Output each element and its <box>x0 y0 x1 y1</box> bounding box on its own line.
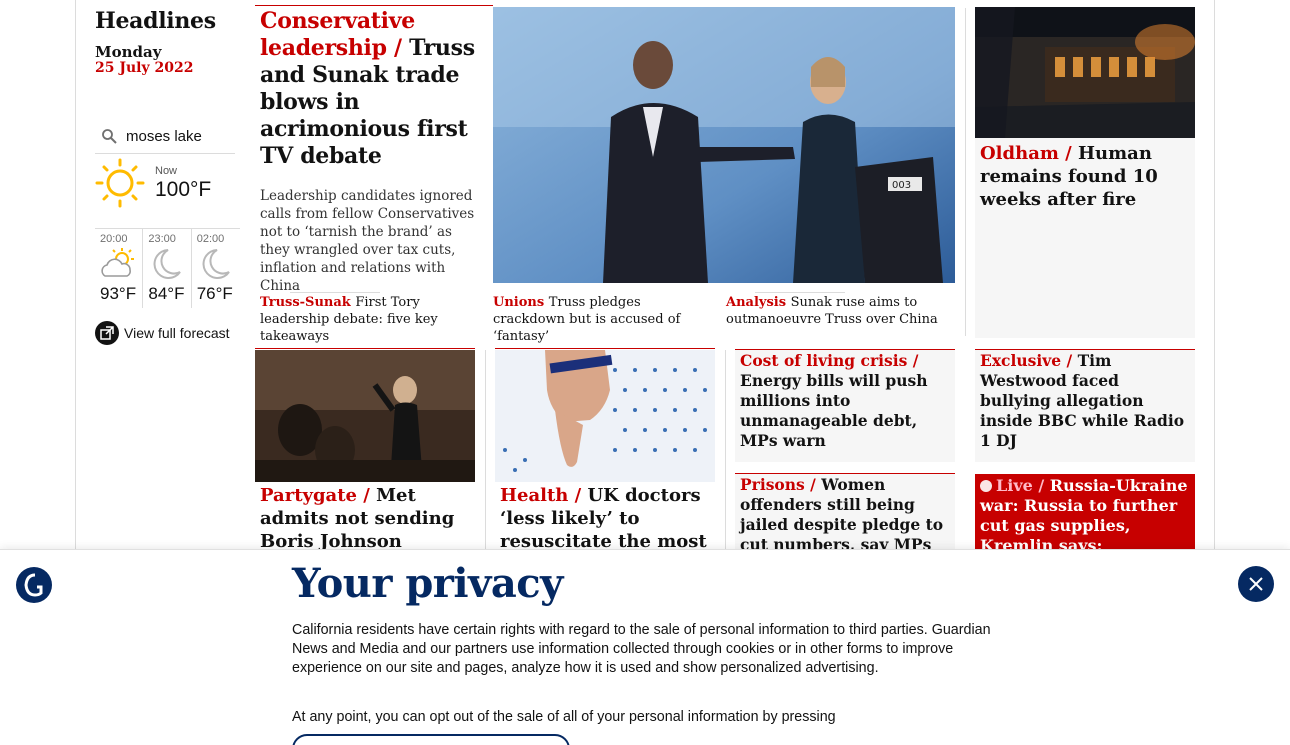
lead-sublink[interactable]: Unions Truss pledges crackdown but is ac… <box>493 294 713 345</box>
view-full-forecast-link[interactable]: View full forecast <box>95 321 230 345</box>
privacy-banner: Your privacy California residents have c… <box>0 549 1290 745</box>
partygate-top-rule <box>255 348 475 349</box>
live-dot-icon <box>980 480 992 492</box>
partly-cloudy-sun-icon <box>101 248 134 277</box>
exclusive-headline-link[interactable]: Exclusive / Tim Westwood faced bullying … <box>980 351 1192 451</box>
sun-icon <box>95 158 145 208</box>
lead-standfirst: Leadership candidates ignored calls from… <box>260 188 475 294</box>
forecast-item: 23:00 84°F <box>143 229 192 308</box>
moon-icon <box>153 249 182 279</box>
weather-location[interactable]: moses lake <box>95 120 235 154</box>
forecast-temp: 84°F <box>148 284 185 303</box>
cost-headline-link[interactable]: Cost of living crisis / Energy bills wil… <box>740 351 950 451</box>
sublink-kicker: Unions <box>493 295 545 310</box>
date-day: Monday <box>95 43 162 61</box>
lead-headline-link[interactable]: Conservative leadership / Truss and Suna… <box>260 8 488 170</box>
now-label: Now <box>155 165 178 177</box>
forecast-time: 23:00 <box>148 233 176 245</box>
privacy-body: California residents have certain rights… <box>292 622 991 676</box>
section-title: Headlines <box>95 8 216 34</box>
close-banner-button[interactable] <box>1238 566 1274 602</box>
oldham-headline-link[interactable]: Oldham / Human remains found 10 weeks af… <box>980 142 1192 211</box>
health-top-rule <box>495 348 715 349</box>
sublink-kicker: Analysis <box>726 295 787 310</box>
lead-sublink[interactable]: Analysis Sunak ruse aims to outmanoeuvre… <box>726 294 946 328</box>
live-kicker: Live / <box>996 476 1045 495</box>
do-not-sell-button[interactable]: Do not sell my personal information <box>292 734 570 745</box>
cost-top-rule <box>735 349 955 350</box>
moon-icon <box>202 249 230 279</box>
privacy-title: Your privacy <box>292 560 563 607</box>
column-divider <box>725 350 726 550</box>
exclusive-top-rule <box>975 349 1195 350</box>
forecast-temp: 76°F <box>196 284 233 303</box>
partygate-image[interactable] <box>255 350 475 482</box>
forecast-time: 20:00 <box>100 233 128 245</box>
lead-kicker: Conservative leadership / <box>260 8 415 61</box>
lead-image[interactable]: 003 <box>493 7 955 283</box>
privacy-body-2: At any point, you can opt out of the sal… <box>292 709 836 725</box>
sublink-rule <box>290 292 380 293</box>
external-link-icon <box>95 321 119 345</box>
forecast-item: 02:00 76°F <box>192 229 240 308</box>
sublink-rule <box>755 292 845 293</box>
svg-text:003: 003 <box>892 180 911 191</box>
location-text: moses lake <box>126 128 202 145</box>
close-icon <box>1249 577 1263 591</box>
column-divider <box>485 350 486 550</box>
partygate-kicker: Partygate / <box>260 485 370 506</box>
prisons-top-rule <box>735 473 955 474</box>
health-kicker: Health / <box>500 485 582 506</box>
hourly-forecast: 20:00 93°F 23:00 84°F 02:00 76°F <box>95 228 240 308</box>
forecast-item: 20:00 93°F <box>95 229 144 308</box>
prisons-headline-link[interactable]: Prisons / Women offenders still being ja… <box>740 475 950 555</box>
search-icon <box>102 129 117 144</box>
oldham-image[interactable] <box>975 7 1195 138</box>
exclusive-kicker: Exclusive / <box>980 351 1073 370</box>
forecast-temp: 93°F <box>100 284 137 303</box>
health-headline-link[interactable]: Health / UK doctors ‘less likely’ to res… <box>500 484 710 553</box>
column-divider <box>965 8 966 336</box>
lead-sublink[interactable]: Truss-Sunak First Tory leadership debate… <box>260 294 480 345</box>
sublink-kicker: Truss-Sunak <box>260 295 351 310</box>
forecast-time: 02:00 <box>196 233 225 245</box>
view-full-forecast-label: View full forecast <box>124 325 230 341</box>
now-temperature: 100°F <box>155 178 212 201</box>
oldham-kicker: Oldham / <box>980 143 1072 164</box>
health-image[interactable] <box>495 350 715 482</box>
lead-top-rule <box>255 5 493 6</box>
date-full: 25 July 2022 <box>95 60 194 76</box>
cost-headline: Energy bills will push millions into unm… <box>740 371 928 450</box>
prisons-kicker: Prisons / <box>740 475 816 494</box>
guardian-logo-icon <box>16 567 52 603</box>
partygate-headline-link[interactable]: Partygate / Met admits not sending Boris… <box>260 484 470 553</box>
cost-kicker: Cost of living crisis / <box>740 351 919 370</box>
